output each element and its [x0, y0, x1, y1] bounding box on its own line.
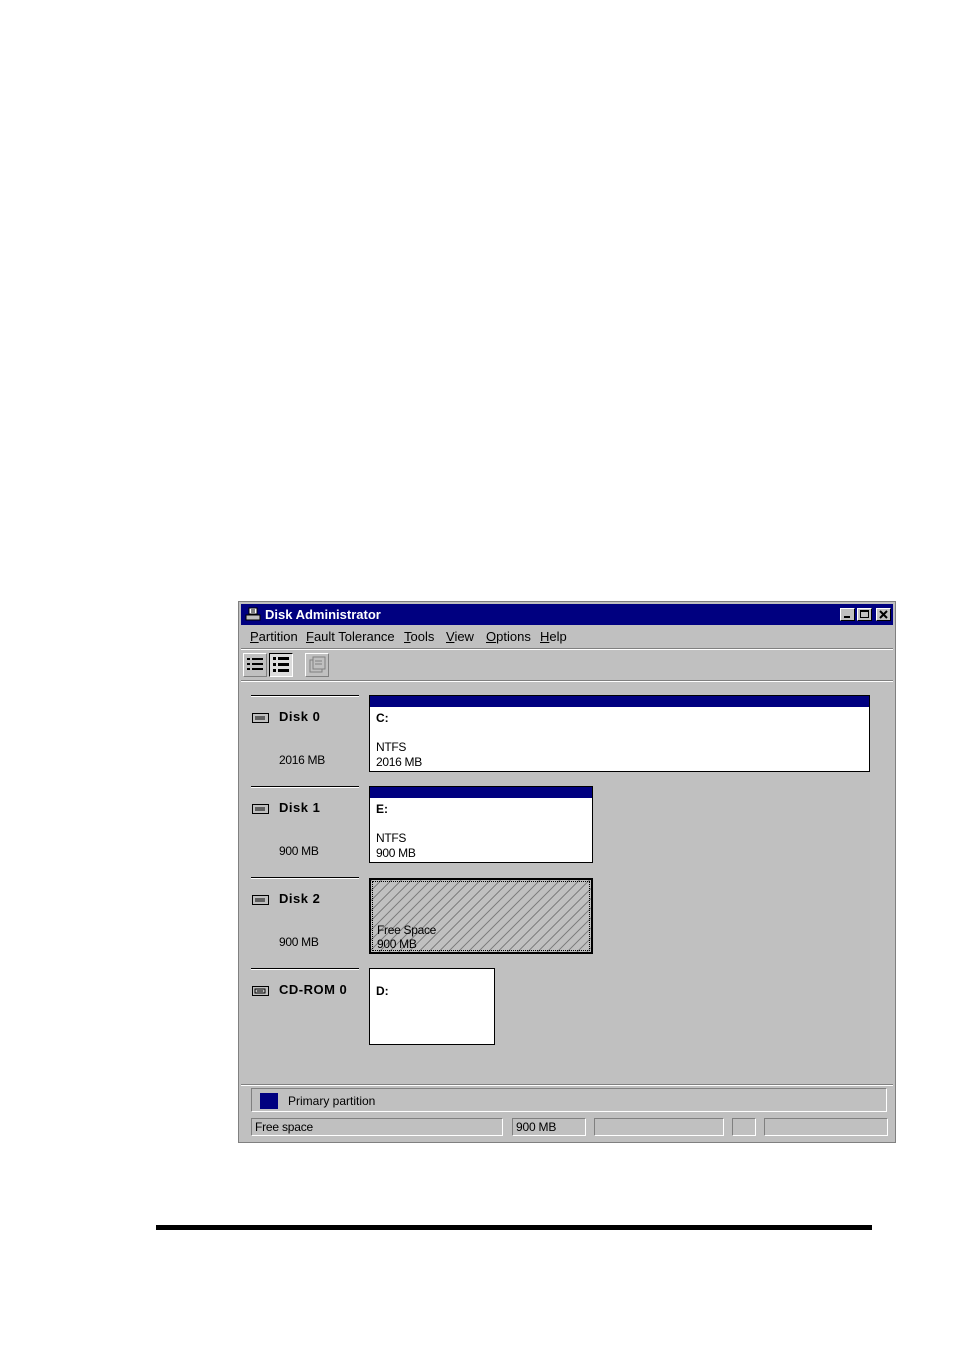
volumes-view-button[interactable] — [243, 653, 267, 677]
menu-fault-tolerance[interactable]: Fault Tolerance — [306, 629, 395, 644]
disk-size: 900 MB — [279, 844, 319, 858]
primary-partition-bar — [370, 787, 592, 798]
menu-options[interactable]: Options — [486, 629, 531, 644]
menu-view-label: iew — [454, 629, 474, 644]
status-selection: Free space — [251, 1118, 503, 1136]
primary-partition-bar — [370, 696, 869, 707]
menu-partition-label: artition — [258, 629, 298, 644]
partition-filesystem: NTFS — [376, 740, 407, 754]
disk-name: Disk 1 — [279, 800, 321, 815]
maximize-icon — [860, 610, 869, 618]
legend-bar: Primary partition — [251, 1088, 887, 1112]
status-field-5 — [764, 1118, 888, 1136]
disk-divider — [251, 695, 359, 697]
maximize-button[interactable] — [857, 608, 872, 621]
menu-tools-label: ools — [410, 629, 435, 644]
minimize-button[interactable] — [840, 608, 855, 621]
partition-size: 2016 MB — [376, 755, 422, 769]
disk-row-0: Disk 0 2016 MB C: NTFS 2016 MB — [251, 695, 891, 775]
menu-help-label: elp — [549, 629, 567, 644]
toolbar-separator — [241, 680, 893, 682]
page-footer-rule — [156, 1225, 872, 1230]
close-button[interactable] — [876, 608, 891, 621]
status-size: 900 MB — [512, 1118, 586, 1136]
disk-name: CD-ROM 0 — [279, 982, 348, 997]
disk-divider — [251, 968, 359, 970]
menu-bar: Partition Fault Tolerance Tools View Opt… — [241, 626, 893, 648]
disk-administrator-window: Disk Administrator Partition Fault Toler… — [238, 601, 896, 1143]
hard-disk-icon — [252, 713, 269, 723]
toolbar — [241, 650, 893, 680]
legend-label: Primary partition — [288, 1094, 376, 1108]
menu-partition[interactable]: Partition — [250, 629, 298, 644]
partition-e[interactable]: E: NTFS 900 MB — [369, 786, 593, 863]
menu-options-label: ptions — [496, 629, 531, 644]
status-selection-text: Free space — [255, 1120, 314, 1134]
disk-row-cdrom: CD-ROM 0 D: — [251, 968, 891, 1048]
partition-c[interactable]: C: NTFS 2016 MB — [369, 695, 870, 772]
disk-name: Disk 0 — [279, 709, 321, 724]
close-icon — [879, 610, 888, 619]
disk-configuration-view-icon — [273, 657, 289, 672]
hard-disk-icon — [252, 804, 269, 814]
status-field-4 — [732, 1118, 756, 1136]
properties-button[interactable] — [305, 653, 329, 677]
primary-partition-swatch — [260, 1093, 278, 1109]
disk-row-1: Disk 1 900 MB E: NTFS 900 MB — [251, 786, 891, 866]
menu-help-mnemonic: H — [540, 629, 550, 644]
menu-fault-tolerance-mnemonic: F — [306, 629, 314, 644]
menu-tools[interactable]: Tools — [404, 629, 434, 644]
disk-size: 2016 MB — [279, 753, 325, 767]
disk-size: 900 MB — [279, 935, 319, 949]
properties-icon — [309, 656, 326, 673]
disk-configuration-view-button[interactable] — [269, 653, 293, 677]
menu-partition-mnemonic: P — [250, 629, 259, 644]
disk-divider — [251, 786, 359, 788]
cdrom-icon — [252, 986, 269, 996]
disk-name: Disk 2 — [279, 891, 321, 906]
hard-disk-icon — [252, 895, 269, 905]
minimize-icon — [844, 616, 850, 618]
menu-fault-tolerance-label: ault Tolerance — [313, 629, 395, 644]
menu-view[interactable]: View — [446, 629, 474, 644]
disk-row-2: Disk 2 900 MB Free Space 900 MB — [251, 877, 891, 957]
disk-divider — [251, 877, 359, 879]
status-size-text: 900 MB — [516, 1120, 557, 1134]
menu-help[interactable]: Help — [540, 629, 567, 644]
title-bar[interactable]: Disk Administrator — [241, 604, 893, 625]
window-title: Disk Administrator — [265, 607, 381, 622]
partition-size: 900 MB — [376, 846, 416, 860]
partition-d[interactable]: D: — [369, 968, 495, 1045]
status-field-3 — [594, 1118, 724, 1136]
partition-filesystem: NTFS — [376, 831, 407, 845]
free-space-label: Free Space — [377, 923, 437, 937]
partition-letter: E: — [376, 802, 388, 816]
partition-letter: C: — [376, 711, 389, 725]
free-space-region[interactable]: Free Space 900 MB — [369, 878, 593, 954]
disk-administrator-app-icon — [245, 607, 261, 621]
status-separator — [241, 1084, 893, 1086]
free-space-size: 900 MB — [377, 937, 417, 951]
partition-letter: D: — [376, 984, 389, 998]
menu-options-mnemonic: O — [486, 629, 497, 644]
volumes-view-icon — [247, 658, 263, 670]
